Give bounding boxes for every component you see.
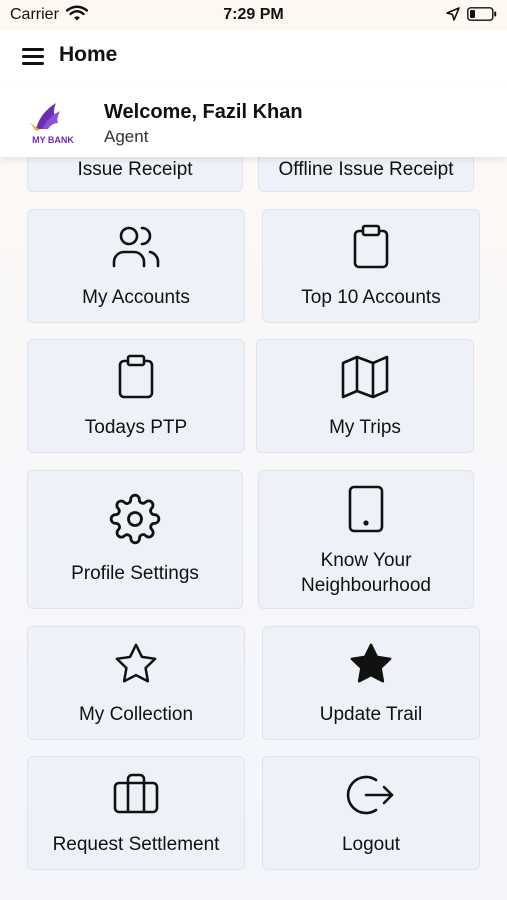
bank-logo: MY BANK — [26, 99, 80, 145]
user-role: Agent — [104, 127, 149, 146]
star-filled-icon — [263, 641, 479, 692]
top-10-accounts-label: Top 10 Accounts — [301, 287, 441, 308]
todays-ptp-label: Todays PTP — [84, 417, 188, 438]
request-settlement-label: Request Settlement — [52, 834, 220, 855]
my-collection-label: My Collection — [78, 704, 194, 725]
my-accounts-label: My Accounts — [82, 287, 190, 308]
welcome-text: Welcome, Fazil Khan — [104, 101, 303, 123]
my-trips-button[interactable]: My Trips — [256, 339, 474, 453]
know-your-neighbourhood-label: Know Your Neighbourhood — [301, 550, 431, 596]
issue-receipt-label: Issue Receipt — [77, 159, 193, 180]
update-trail-button[interactable]: Update Trail — [262, 626, 480, 740]
logout-button[interactable]: Logout — [262, 756, 480, 870]
offline-issue-receipt-label: Offline Issue Receipt — [278, 159, 454, 180]
todays-ptp-button[interactable]: Todays PTP — [27, 339, 245, 453]
tablet-icon — [259, 485, 473, 538]
hamburger-menu-icon[interactable] — [22, 48, 44, 66]
top-10-accounts-button[interactable]: Top 10 Accounts — [262, 209, 480, 323]
profile-settings-button[interactable]: Profile Settings — [27, 470, 243, 609]
battery-icon — [467, 7, 497, 26]
my-accounts-button[interactable]: My Accounts — [27, 209, 245, 323]
star-outline-icon — [28, 641, 244, 692]
status-bar: Carrier 7:29 PM — [0, 0, 507, 30]
location-arrow-icon — [446, 7, 460, 26]
users-icon — [28, 224, 244, 275]
update-trail-label: Update Trail — [319, 704, 423, 725]
request-settlement-button[interactable]: Request Settlement — [27, 756, 245, 870]
top-app-bar: Home — [0, 30, 507, 85]
map-icon — [257, 354, 473, 405]
logo-text: MY BANK — [32, 135, 74, 145]
briefcase-icon — [28, 771, 244, 820]
profile-settings-label: Profile Settings — [71, 563, 199, 584]
logout-icon — [263, 771, 479, 824]
logout-label: Logout — [341, 834, 401, 855]
my-collection-button[interactable]: My Collection — [27, 626, 245, 740]
gear-icon — [28, 493, 242, 550]
my-trips-label: My Trips — [329, 417, 401, 438]
page-title: Home — [59, 43, 118, 66]
clipboard-icon — [263, 224, 479, 275]
status-time: 7:29 PM — [223, 6, 284, 23]
know-your-neighbourhood-button[interactable]: Know Your Neighbourhood — [258, 470, 474, 609]
profile-header: MY BANK Welcome, Fazil Khan Agent — [0, 85, 507, 157]
clipboard-icon — [28, 354, 244, 405]
